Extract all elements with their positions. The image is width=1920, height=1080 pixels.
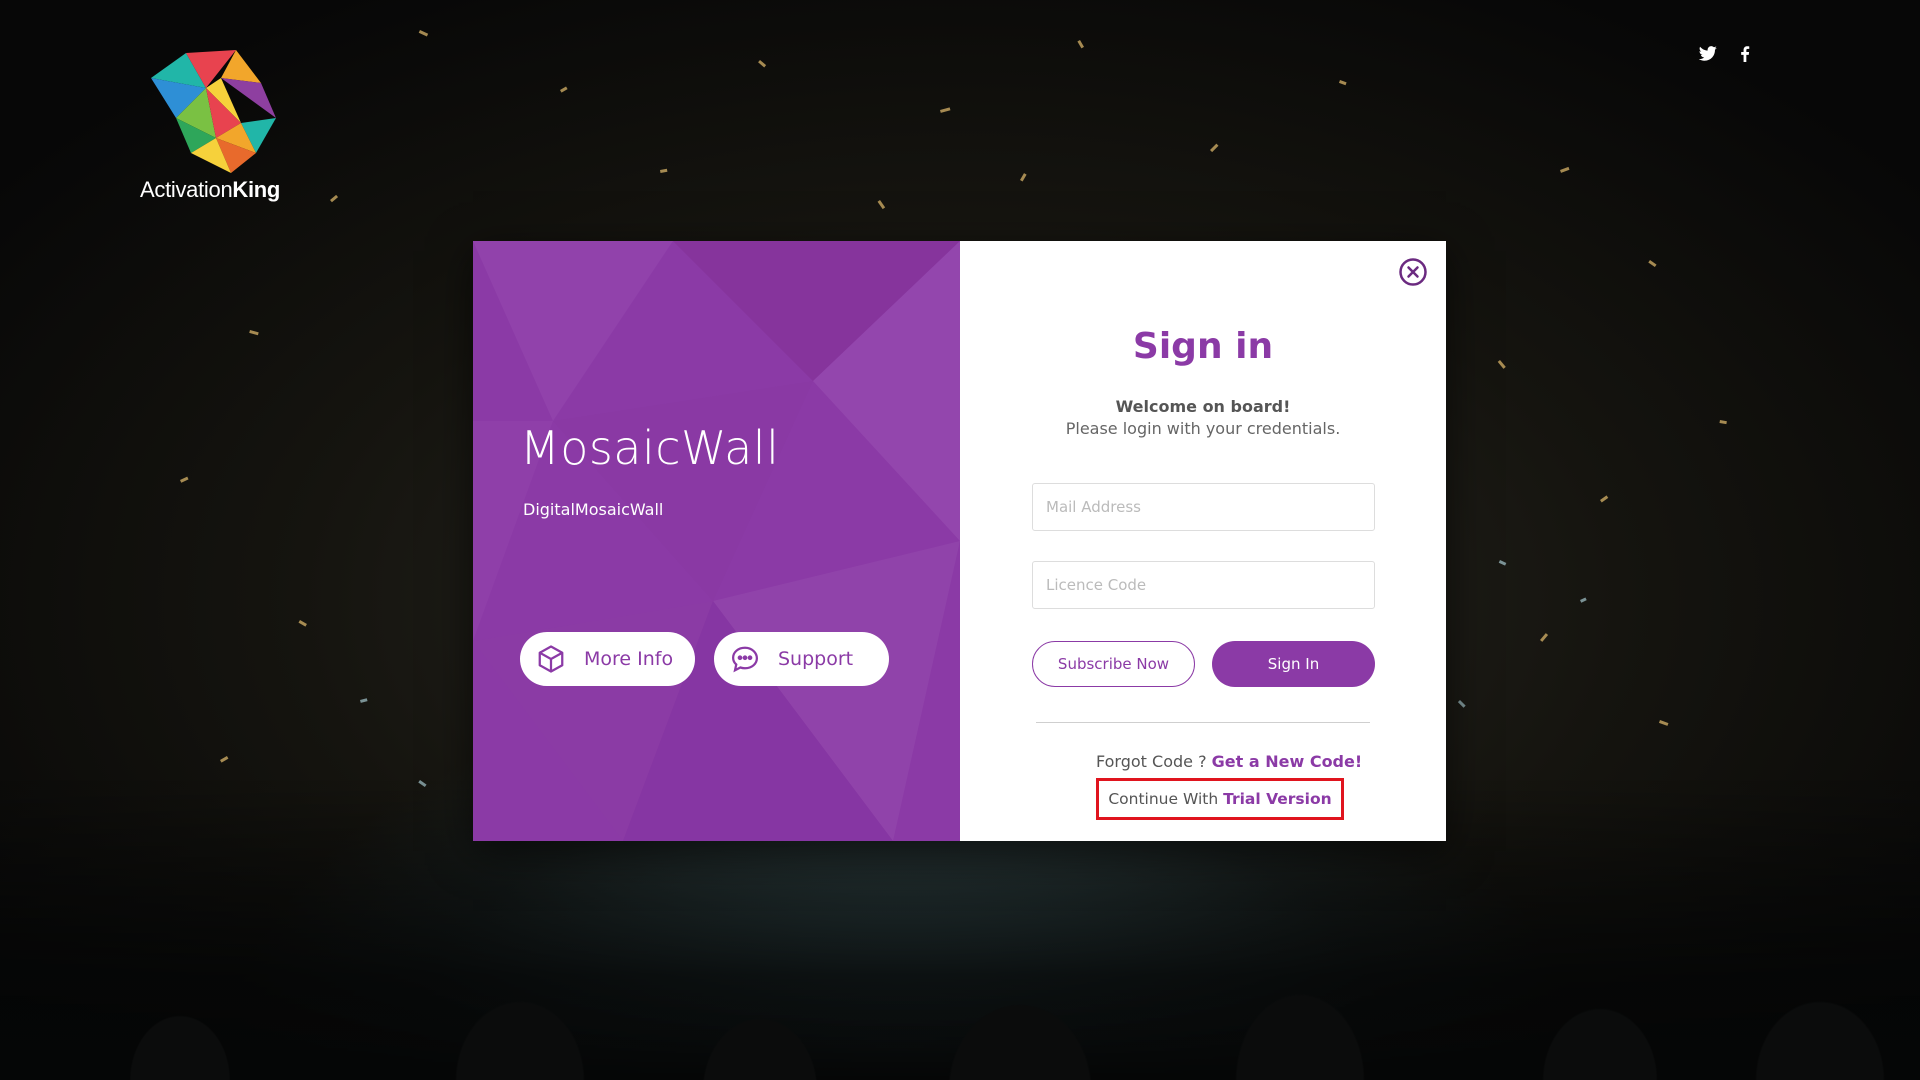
logo-text-king: King [232,177,281,202]
instructions-text: Please login with your credentials. [1065,419,1341,438]
more-info-button[interactable]: More Info [520,632,695,686]
welcome-text: Welcome on board! [1115,397,1291,416]
sign-in-button[interactable]: Sign In [1212,641,1375,687]
forgot-code-text: Forgot Code ? [1096,752,1212,771]
cube-icon [534,642,568,676]
subscribe-now-button[interactable]: Subscribe Now [1032,641,1195,687]
continue-trial-link[interactable]: Continue With Trial Version [1096,778,1344,820]
logo-text-activation: Activation [140,177,233,202]
product-title: MosaicWall [520,421,780,475]
social-links [1698,46,1750,67]
support-label: Support [778,648,854,670]
logo-wordmark: ActivationKing [140,177,300,203]
twitter-icon[interactable] [1698,46,1718,67]
mail-address-input[interactable] [1032,483,1375,531]
divider [1036,722,1370,723]
close-icon[interactable] [1398,257,1428,287]
licence-code-input[interactable] [1032,561,1375,609]
activationking-logo[interactable]: ActivationKing [140,48,300,203]
get-new-code-link[interactable]: Get a New Code! [1212,752,1363,771]
signin-modal: MosaicWall DigitalMosaicWall More Info S… [473,241,1446,841]
product-subtitle: DigitalMosaicWall [523,500,664,519]
chat-bubble-icon [728,642,762,676]
product-panel: MosaicWall DigitalMosaicWall More Info S… [473,241,960,841]
facebook-icon[interactable] [1740,46,1750,67]
support-button[interactable]: Support [714,632,889,686]
signin-title: Sign in [1132,326,1274,367]
lion-logo-icon [151,50,276,173]
more-info-label: More Info [584,648,674,670]
forgot-code-row: Forgot Code ? Get a New Code! [1096,752,1362,771]
trial-text: Continue With [1108,790,1219,808]
trial-version-link[interactable]: Trial Version [1223,790,1332,808]
signin-panel: Sign in Welcome on board! Please login w… [960,241,1446,841]
faceted-background [473,241,960,841]
